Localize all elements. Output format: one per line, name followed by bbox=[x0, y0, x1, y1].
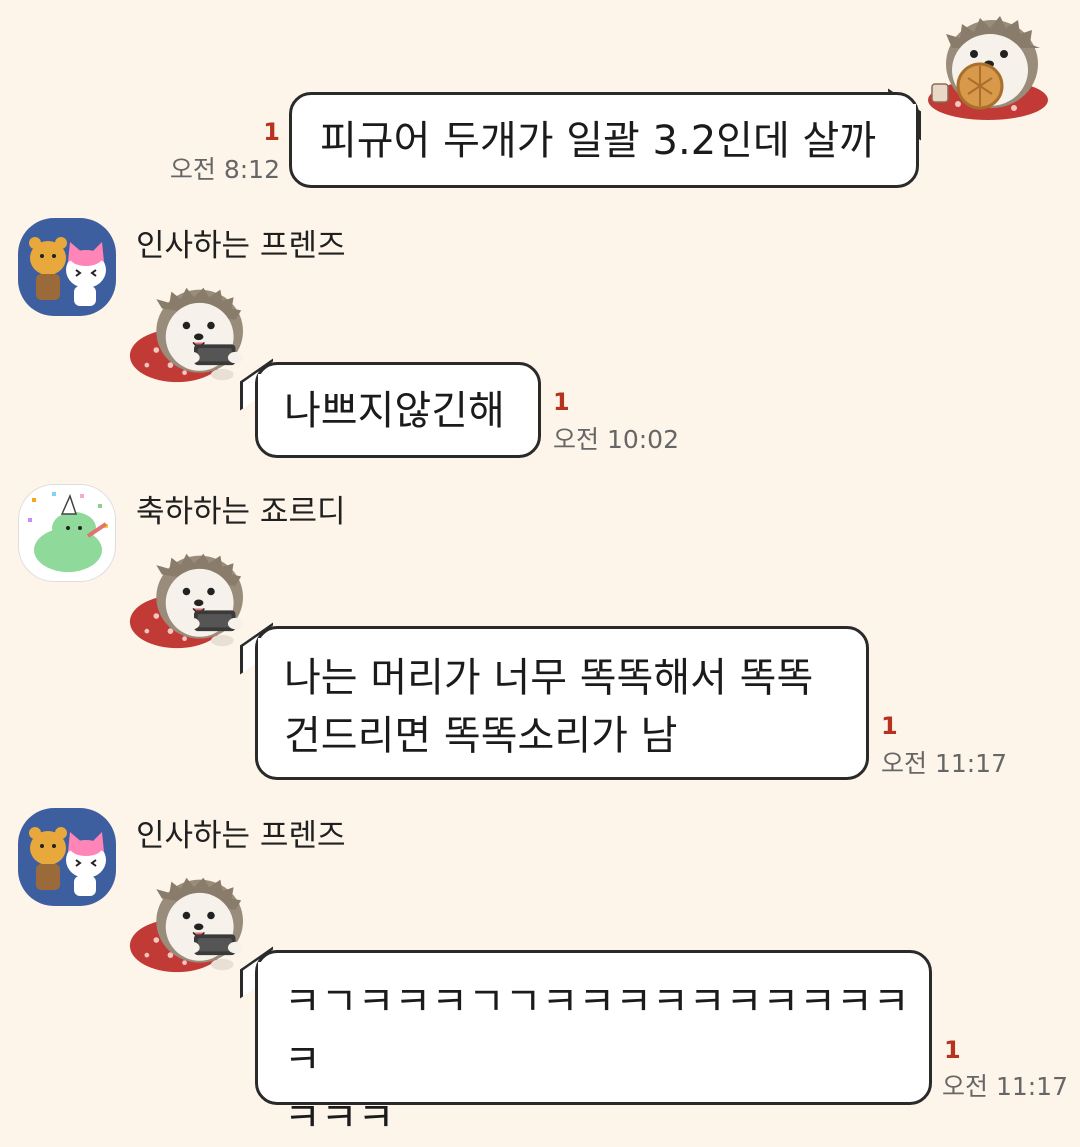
message-text-line: ㅋㅋㅋ bbox=[284, 1095, 395, 1141]
sender-name: 인사하는 프렌즈 bbox=[136, 228, 346, 264]
message-text-line: 건드리면 똑똑소리가 남 bbox=[284, 713, 678, 759]
ryan-and-apeach-avatar[interactable] bbox=[18, 808, 116, 906]
sender-name: 축하하는 죠르디 bbox=[136, 494, 346, 530]
message-time: 오전 8:12 bbox=[169, 155, 280, 184]
sender-name: 인사하는 프렌즈 bbox=[136, 818, 346, 854]
message-time: 오전 10:02 bbox=[553, 425, 679, 454]
message-bubble[interactable]: 나는 머리가 너무 똑똑해서 똑똑 건드리면 똑똑소리가 남 bbox=[255, 626, 869, 780]
message-text-line: 나는 머리가 너무 똑똑해서 똑똑 bbox=[284, 655, 814, 701]
unread-count: 1 bbox=[553, 388, 570, 416]
message-time: 오전 11:17 bbox=[942, 1072, 1068, 1101]
message-text-line: ㅋㄱㅋㅋㅋㄱㄱㅋㅋㅋㅋㅋㅋㅋㅋㅋㅋㅋ bbox=[284, 979, 910, 1083]
unread-count: 1 bbox=[881, 712, 898, 740]
hedgehog-with-phone-sticker bbox=[128, 872, 260, 976]
hedgehog-with-phone-sticker bbox=[128, 548, 260, 652]
message-bubble[interactable]: ㅋㄱㅋㅋㅋㄱㄱㅋㅋㅋㅋㅋㅋㅋㅋㅋㅋㅋ ㅋㅋㅋ bbox=[255, 950, 932, 1141]
ryan-and-apeach-avatar[interactable] bbox=[18, 218, 116, 316]
unread-count: 1 bbox=[944, 1036, 961, 1064]
hedgehog-eating-cookie-sticker bbox=[918, 12, 1058, 122]
message-text: 나쁘지않긴해 bbox=[284, 388, 505, 434]
message-bubble[interactable]: 나쁘지않긴해 bbox=[255, 362, 541, 458]
chat-message-list[interactable]: 피규어 두개가 일괄 3.2인데 살까 1 오전 8:12 인사하는 프렌즈 나… bbox=[0, 0, 1080, 1141]
message-time: 오전 11:17 bbox=[881, 749, 1007, 778]
message-text: 피규어 두개가 일괄 3.2인데 살까 bbox=[320, 118, 877, 164]
hedgehog-with-phone-sticker bbox=[128, 282, 260, 386]
jordy-party-avatar[interactable] bbox=[18, 484, 116, 582]
message-bubble[interactable]: 피규어 두개가 일괄 3.2인데 살까 bbox=[289, 92, 919, 188]
unread-count: 1 bbox=[263, 118, 280, 146]
